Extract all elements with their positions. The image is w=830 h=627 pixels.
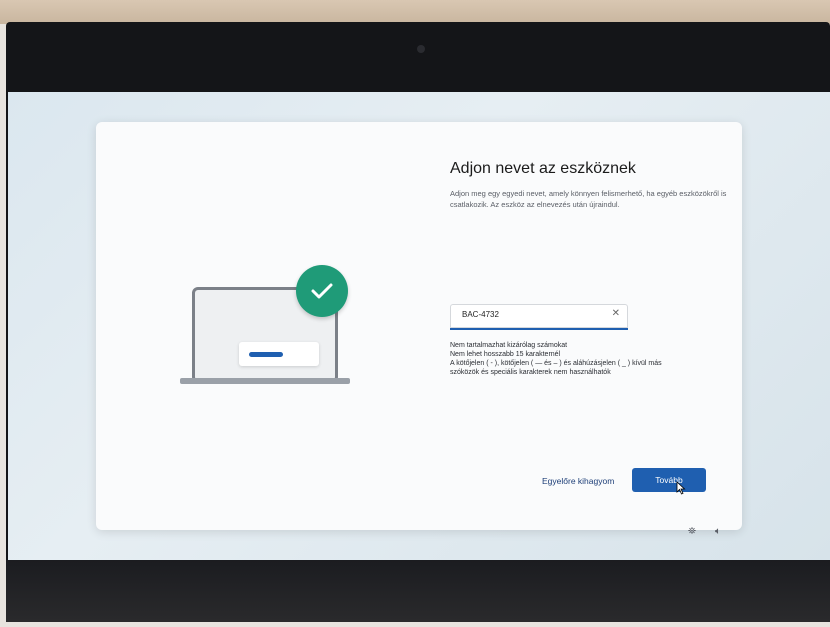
checkmark-icon [296, 265, 348, 317]
page-description: Adjon meg egy egyedi nevet, amely könnye… [450, 189, 727, 209]
next-button[interactable]: Tovább [632, 468, 706, 492]
naming-rules: Nem tartalmazhat kizárólag számokat Nem … [450, 341, 740, 377]
illustration-dialog-bar [249, 352, 283, 357]
accessibility-icon[interactable]: ⛯ [688, 526, 696, 537]
rule-line: Nem tartalmazhat kizárólag számokat [450, 342, 568, 349]
monitor-bottom-bezel [6, 560, 830, 622]
rule-line: A kötőjelen ( - ), kötőjelen ( — és – ) … [450, 360, 662, 367]
skip-button[interactable]: Egyelőre kihagyom [542, 476, 614, 486]
rule-line: Nem lehet hosszabb 15 karakternél [450, 351, 561, 358]
background-wall [0, 0, 830, 24]
device-name-input[interactable] [460, 309, 604, 320]
illustration-dialog [239, 342, 319, 366]
laptop-base [180, 378, 350, 384]
device-name-field[interactable]: ✕ [450, 304, 628, 330]
webcam [417, 45, 425, 53]
laptop-illustration [180, 265, 350, 385]
volume-icon[interactable]: 🔈︎ [715, 526, 721, 537]
rule-line: szóközök és speciális karakterek nem has… [450, 369, 611, 376]
mouse-cursor-icon [676, 481, 686, 495]
clear-icon[interactable]: ✕ [612, 308, 620, 319]
page-title: Adjon nevet az eszköznek [450, 160, 636, 177]
